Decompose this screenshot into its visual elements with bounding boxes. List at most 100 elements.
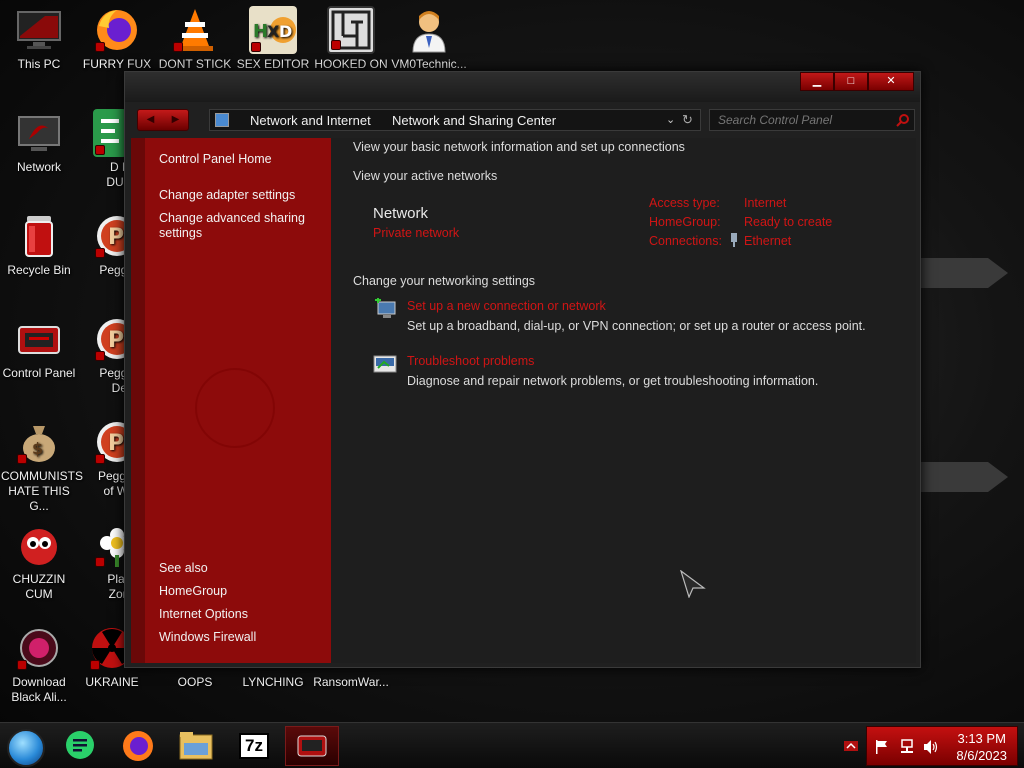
desktop-icon-furry-fux[interactable]: FURRY FUX — [79, 6, 155, 72]
desktop-icon-control-panel[interactable]: Control Panel — [1, 315, 77, 381]
svg-text:P: P — [108, 328, 124, 353]
address-bar[interactable]: Network and Internet Network and Sharing… — [209, 109, 701, 131]
desktop-icon-label: COMMUNISTS — [1, 469, 83, 483]
firefox-icon — [93, 6, 141, 54]
firefox-icon — [123, 731, 153, 761]
action-center-flag-icon[interactable] — [875, 740, 889, 754]
nav-arrows: ◀ ▶ — [137, 109, 189, 131]
shortcut-badge-icon — [95, 454, 105, 464]
recycle-bin-icon — [15, 212, 63, 260]
breadcrumb-network-sharing-center[interactable]: Network and Sharing Center — [392, 113, 556, 128]
taskbar: 7z 3:13 PM 8/6/2023 — [0, 722, 1024, 768]
desktop-icon-label: LYNCHING — [242, 675, 304, 689]
new-connection-icon — [375, 298, 396, 318]
start-button[interactable] — [7, 729, 45, 767]
shortcut-badge-icon — [331, 40, 341, 50]
desktop-icon-network[interactable]: Network — [1, 109, 77, 175]
taskbar-app-control-panel[interactable] — [285, 726, 339, 766]
desktop-icon-label: FURRY FUX — [82, 57, 152, 71]
shortcut-badge-icon — [95, 145, 105, 155]
taskbar-app-7zip[interactable]: 7z — [227, 726, 281, 766]
homegroup-label: HomeGroup: — [649, 215, 721, 229]
volume-icon[interactable] — [923, 739, 939, 755]
homegroup-link[interactable]: HomeGroup — [159, 584, 309, 599]
system-clock[interactable]: 3:13 PM 8/6/2023 — [956, 730, 1007, 764]
desktop-icon-label: Recycle Bin — [7, 263, 71, 277]
money-bag-icon: $ — [15, 418, 63, 466]
desktop-icon-label: UKRAINE — [85, 675, 139, 689]
window-titlebar[interactable]: ▁ □ ✕ — [125, 72, 920, 102]
desktop-icon-download[interactable]: Download Black Ali... — [1, 624, 77, 705]
desktop-icon-hooked-on[interactable]: HOOKED ON — [313, 6, 389, 72]
archive-7z-icon: 7z — [239, 733, 269, 759]
search-icon[interactable] — [896, 113, 910, 127]
desktop-icon-label-line2: HATE THIS G... — [8, 484, 70, 513]
main-content-pane: View your basic network information and … — [331, 138, 916, 663]
desktop-icon-label: DONT STICK — [158, 57, 232, 71]
back-button[interactable]: ◀ — [138, 110, 163, 130]
wallpaper-chevron-decoration — [918, 258, 1008, 288]
access-type-label: Access type: — [649, 196, 720, 210]
shortcut-badge-icon — [17, 660, 27, 670]
control-panel-icon — [15, 315, 63, 363]
control-panel-home-link[interactable]: Control Panel Home — [159, 152, 309, 167]
forward-button[interactable]: ▶ — [163, 110, 188, 130]
internet-options-link[interactable]: Internet Options — [159, 607, 309, 622]
change-advanced-sharing-link[interactable]: Change advanced sharing settings — [159, 211, 309, 241]
windows-firewall-link[interactable]: Windows Firewall — [159, 630, 309, 645]
desktop-icon-vm0technic[interactable]: VM0Technic... — [391, 6, 467, 72]
access-type-value: Internet — [744, 196, 787, 210]
svg-text:P: P — [108, 431, 124, 456]
desktop-icon-label: CHUZZIN — [12, 572, 66, 586]
troubleshoot-description: Diagnose and repair network problems, or… — [407, 374, 819, 388]
network-icon — [15, 109, 63, 157]
system-tray: 3:13 PM 8/6/2023 — [866, 726, 1018, 766]
setup-new-connection-link[interactable]: Set up a new connection or network — [407, 299, 606, 313]
taskbar-app-file-explorer[interactable] — [169, 726, 223, 766]
refresh-icon[interactable]: ↻ — [682, 112, 693, 128]
desktop-icon-this-pc[interactable]: This PC — [1, 6, 77, 72]
mouse-pointer-icon — [680, 570, 706, 598]
active-networks-heading: View your active networks — [353, 169, 498, 183]
left-task-pane: Control Panel Home Change adapter settin… — [131, 138, 331, 663]
svg-text:P: P — [108, 225, 124, 250]
desktop-icon-sex-editor[interactable]: HXD SEX EDITOR — [235, 6, 311, 72]
chevron-down-icon[interactable]: ⌄ — [666, 113, 675, 126]
maze-game-icon — [327, 6, 375, 54]
desktop-icon-recycle-bin[interactable]: Recycle Bin — [1, 212, 77, 278]
breadcrumb-network-and-internet[interactable]: Network and Internet — [250, 113, 371, 128]
desktop-icon-chuzzin[interactable]: CHUZZIN CUM — [1, 521, 77, 602]
desktop-icon-label: OOPS — [177, 675, 213, 689]
minimize-button[interactable]: ▁ — [800, 72, 834, 91]
troubleshoot-problems-link[interactable]: Troubleshoot problems — [407, 354, 534, 368]
network-name: Network — [373, 205, 429, 222]
shortcut-badge-icon — [95, 351, 105, 361]
search-box — [709, 109, 915, 131]
shortcut-badge-icon — [173, 42, 183, 52]
shortcut-badge-icon — [95, 42, 105, 52]
network-tray-icon[interactable] — [899, 739, 915, 755]
maximize-button[interactable]: □ — [834, 72, 868, 91]
vlc-cone-icon — [171, 6, 219, 54]
search-input[interactable] — [710, 110, 890, 130]
ethernet-icon — [731, 233, 737, 247]
network-type-link[interactable]: Private network — [373, 226, 459, 240]
technician-avatar-icon — [405, 6, 453, 54]
homegroup-status-link[interactable]: Ready to create — [744, 215, 832, 229]
monitor-icon — [15, 6, 63, 54]
green-app-icon — [93, 109, 127, 157]
desktop-icon-dont-stick[interactable]: DONT STICK — [157, 6, 233, 72]
change-adapter-settings-link[interactable]: Change adapter settings — [159, 188, 309, 203]
control-panel-icon — [297, 735, 327, 757]
control-panel-address-icon — [215, 113, 229, 127]
close-button[interactable]: ✕ — [868, 72, 914, 91]
desktop-icon-communists[interactable]: $ COMMUNISTS HATE THIS G... — [1, 418, 83, 514]
ethernet-connection-link[interactable]: Ethernet — [744, 234, 791, 248]
see-also-heading: See also — [159, 561, 208, 575]
notification-chevron-icon[interactable] — [843, 739, 859, 753]
taskbar-app-chat[interactable] — [55, 726, 109, 766]
svg-text:H: H — [253, 21, 268, 42]
taskbar-app-firefox[interactable] — [111, 726, 165, 766]
window-controls: ▁ □ ✕ — [800, 72, 914, 91]
chat-bubble-icon — [66, 731, 94, 759]
